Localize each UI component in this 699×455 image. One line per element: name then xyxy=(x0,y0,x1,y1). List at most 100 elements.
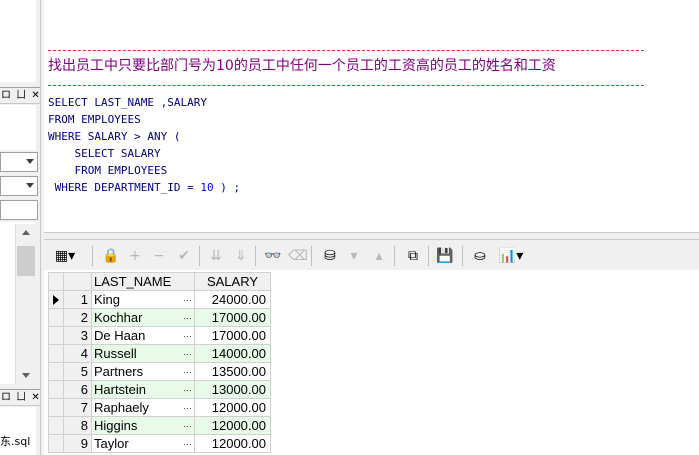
cell-last-name-text: Kochhar xyxy=(94,309,143,325)
sql-code[interactable]: SELECT LAST_NAME ,SALARY FROM EMPLOYEES WH… xyxy=(48,94,240,196)
code-line: WHERE SALARY > ANY ( xyxy=(48,128,240,145)
row-indicator xyxy=(48,380,64,399)
remove-icon[interactable]: − xyxy=(150,246,168,266)
previous-record-icon[interactable]: ▾ xyxy=(345,246,363,266)
save-icon[interactable]: 💾 xyxy=(436,246,454,266)
editor-result-splitter[interactable] xyxy=(44,232,699,240)
panel-title-bar-2-buttons[interactable]: ロ ㄩ ✕ xyxy=(1,392,40,403)
cell-last-name-text: Raphaely xyxy=(94,399,149,415)
table-row[interactable]: 9 Taylor ⋯ 12000.00 xyxy=(48,434,271,453)
row-indicator xyxy=(48,326,64,345)
cell-salary[interactable]: 12000.00 xyxy=(194,398,271,417)
cell-last-name[interactable]: De Haan ⋯ xyxy=(91,326,195,345)
cell-editor-ellipsis-icon[interactable]: ⋯ xyxy=(183,364,192,380)
table-row[interactable]: 2 Kochhar ⋯ 17000.00 xyxy=(48,308,271,327)
cell-last-name[interactable]: Kochhar ⋯ xyxy=(91,308,195,327)
cell-last-name[interactable]: Russell ⋯ xyxy=(91,344,195,363)
cell-salary[interactable]: 17000.00 xyxy=(194,326,271,345)
cell-editor-ellipsis-icon[interactable]: ⋯ xyxy=(183,418,192,434)
cell-editor-ellipsis-icon[interactable]: ⋯ xyxy=(183,328,192,344)
window-list-item[interactable]: 东.sql xyxy=(0,434,30,450)
column-header-last-name[interactable]: LAST_NAME xyxy=(91,272,195,291)
cell-editor-ellipsis-icon[interactable]: ⋯ xyxy=(183,436,192,452)
code-text: FROM EMPLOYEES xyxy=(48,164,168,177)
chart-icon[interactable]: 📊▾ xyxy=(496,246,526,266)
cell-editor-ellipsis-icon[interactable]: ⋯ xyxy=(183,400,192,416)
scroll-down-icon[interactable] xyxy=(22,373,30,378)
cell-last-name[interactable]: King ⋯ xyxy=(91,290,195,309)
cell-salary[interactable]: 17000.00 xyxy=(194,308,271,327)
next-page-icon[interactable]: ⇊ xyxy=(207,246,225,266)
cell-editor-ellipsis-icon[interactable]: ⋯ xyxy=(183,382,192,398)
cell-last-name[interactable]: Partners ⋯ xyxy=(91,362,195,381)
cell-editor-ellipsis-icon[interactable]: ⋯ xyxy=(183,310,192,326)
cell-last-name[interactable]: Raphaely ⋯ xyxy=(91,398,195,417)
single-record-view-icon[interactable]: ⧉ xyxy=(402,246,424,266)
cell-last-name-text: Taylor xyxy=(94,435,129,451)
panel-title-bar-2: ロ ㄩ ✕ xyxy=(0,389,40,406)
table-row[interactable]: 4 Russell ⋯ 14000.00 xyxy=(48,344,271,363)
add-icon[interactable]: + xyxy=(126,246,144,266)
result-table: LAST_NAME SALARY 1 King ⋯ 24000.00 2 Kochhar ⋯… xyxy=(48,272,271,453)
row-number: 3 xyxy=(63,326,92,345)
row-number: 5 xyxy=(63,362,92,381)
scroll-thumb[interactable] xyxy=(17,246,35,276)
code-text: SELECT SALARY xyxy=(48,147,161,160)
cell-salary[interactable]: 12000.00 xyxy=(194,434,271,453)
cell-last-name-text: Hartstein xyxy=(94,381,147,397)
result-grid[interactable]: LAST_NAME SALARY 1 King ⋯ 24000.00 2 Kochhar ⋯… xyxy=(44,270,699,455)
toolbar-separator xyxy=(311,246,312,266)
cell-salary[interactable]: 14000.00 xyxy=(194,344,271,363)
code-line: SELECT LAST_NAME ,SALARY xyxy=(48,94,240,111)
cell-editor-ellipsis-icon[interactable]: ⋯ xyxy=(183,346,192,362)
table-header-row: LAST_NAME SALARY xyxy=(48,272,271,291)
comment-separator-top xyxy=(48,50,644,51)
comment-separator-bottom xyxy=(48,85,644,86)
table-row[interactable]: 1 King ⋯ 24000.00 xyxy=(48,290,271,309)
code-line: SELECT SALARY xyxy=(48,145,240,162)
code-text: WHERE SALARY > ANY ( xyxy=(48,130,181,143)
filter-input[interactable] xyxy=(0,200,38,220)
panel-title-bar-buttons[interactable]: ロ ㄩ ✕ xyxy=(1,90,40,101)
row-indicator xyxy=(48,308,64,327)
find-icon[interactable]: 👓 xyxy=(262,246,284,266)
type-combo[interactable] xyxy=(0,176,38,196)
toolbar-separator xyxy=(199,246,200,266)
cell-last-name[interactable]: Hartstein ⋯ xyxy=(91,380,195,399)
table-row[interactable]: 6 Hartstein ⋯ 13000.00 xyxy=(48,380,271,399)
lock-icon[interactable]: 🔒 xyxy=(102,246,120,266)
row-indicator xyxy=(48,398,64,417)
cell-last-name[interactable]: Higgins ⋯ xyxy=(91,416,195,435)
toolbar-separator xyxy=(92,246,93,266)
cell-last-name[interactable]: Taylor ⋯ xyxy=(91,434,195,453)
scroll-up-icon[interactable] xyxy=(22,230,30,235)
row-number: 4 xyxy=(63,344,92,363)
code-number: 10 xyxy=(200,181,214,194)
next-record-icon[interactable]: ▴ xyxy=(370,246,388,266)
table-row[interactable]: 7 Raphaely ⋯ 12000.00 xyxy=(48,398,271,417)
code-text: WHERE DEPARTMENT_ID = xyxy=(48,181,201,194)
export-icon[interactable]: ⛀ xyxy=(469,246,491,266)
table-row[interactable]: 8 Higgins ⋯ 12000.00 xyxy=(48,416,271,435)
last-page-icon[interactable]: ⇓ xyxy=(232,246,250,266)
code-line: WHERE DEPARTMENT_ID = 10 ) ; xyxy=(48,179,240,196)
code-text: SELECT LAST_NAME ,SALARY xyxy=(48,96,207,109)
post-icon[interactable]: ✔ xyxy=(175,246,193,266)
object-list-scrollbar[interactable] xyxy=(15,224,36,384)
table-row[interactable]: 3 De Haan ⋯ 17000.00 xyxy=(48,326,271,345)
sql-comment: 找出员工中只要比部门号为10的员工中任何一个员工的工资高的员工的姓名和工资 xyxy=(48,58,556,74)
sql-editor[interactable]: 找出员工中只要比部门号为10的员工中任何一个员工的工资高的员工的姓名和工资 SE… xyxy=(44,0,699,232)
cell-editor-ellipsis-icon[interactable]: ⋯ xyxy=(183,292,192,308)
cell-salary[interactable]: 13000.00 xyxy=(194,380,271,399)
cell-salary[interactable]: 24000.00 xyxy=(194,290,271,309)
owner-combo[interactable] xyxy=(0,152,38,172)
table-row[interactable]: 5 Partners ⋯ 13500.00 xyxy=(48,362,271,381)
query-by-example-icon[interactable]: ⛁ xyxy=(319,246,341,266)
cell-salary[interactable]: 12000.00 xyxy=(194,416,271,435)
clear-icon[interactable]: ⌫ xyxy=(288,246,308,266)
grid-menu-icon[interactable]: ▦▾ xyxy=(52,246,78,266)
column-header-salary[interactable]: SALARY xyxy=(194,272,271,291)
cell-salary[interactable]: 13500.00 xyxy=(194,362,271,381)
code-text: FROM EMPLOYEES xyxy=(48,113,141,126)
indicator-header xyxy=(48,272,64,291)
